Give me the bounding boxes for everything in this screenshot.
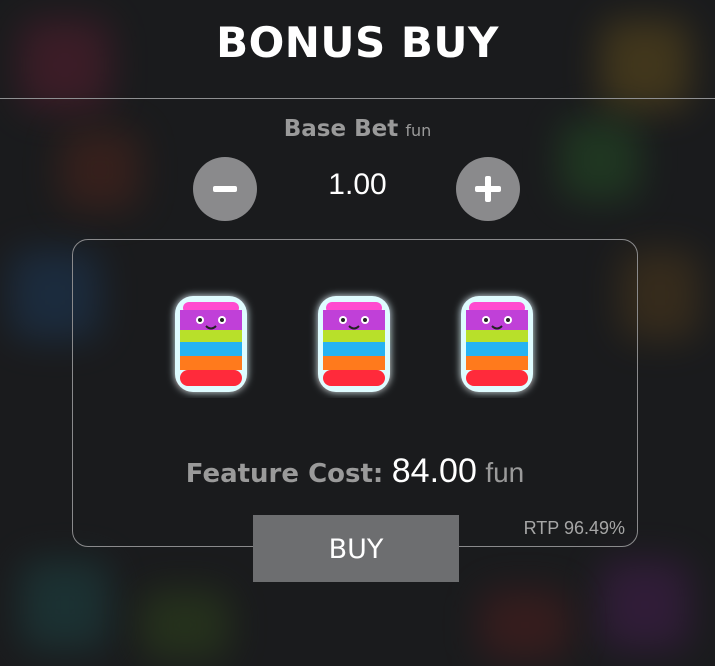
rtp-label: RTP 96.49% — [523, 518, 625, 538]
base-bet-label-text: Base Bet — [283, 116, 399, 142]
base-bet-unit: fun — [405, 121, 432, 140]
feature-cost-label: Feature Cost: — [185, 459, 384, 489]
rainbow-jar-icon — [175, 296, 247, 392]
decrease-bet-button[interactable] — [193, 157, 257, 221]
dialog-title: BONUS BUY — [216, 18, 499, 67]
increase-bet-button[interactable] — [456, 157, 520, 221]
base-bet-label: Base Bet fun — [0, 116, 715, 142]
feature-cost: Feature Cost: 84.00 fun — [72, 452, 638, 491]
rainbow-jar-icon — [461, 296, 533, 392]
buy-button[interactable]: BUY — [253, 515, 459, 582]
title-divider — [0, 98, 715, 99]
feature-cost-unit: fun — [485, 457, 525, 488]
rainbow-jar-icon — [318, 296, 390, 392]
feature-cost-value: 84.00 — [391, 452, 477, 490]
base-bet-value: 1.00 — [328, 168, 387, 201]
